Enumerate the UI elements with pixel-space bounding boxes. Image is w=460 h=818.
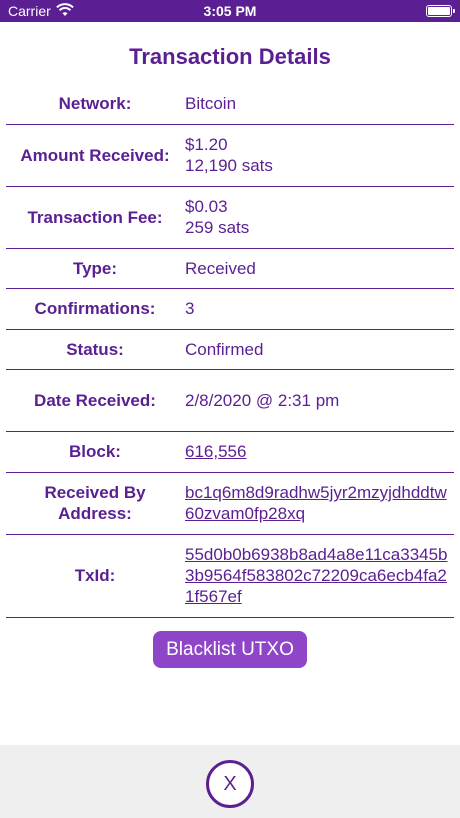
txid-link[interactable]: 55d0b0b6938b8ad4a8e11ca3345b3b9564f58380…: [185, 545, 448, 606]
transaction-fee-label: Transaction Fee:: [27, 207, 163, 227]
status-label: Status:: [66, 339, 124, 359]
received-by-address-value: bc1q6m8d9radhw5jyr2mzyjdhddtw60zvam0fp28…: [184, 482, 454, 524]
amount-received-value: $1.20 12,190 sats: [184, 134, 454, 176]
row-date-received: Date Received: 2/8/2020 @ 2:31 pm: [6, 370, 454, 432]
row-status: Status: Confirmed: [6, 330, 454, 370]
confirmations-value: 3: [185, 299, 195, 319]
blacklist-utxo-button[interactable]: Blacklist UTXO: [153, 631, 307, 668]
type-label: Type:: [72, 258, 118, 278]
close-button[interactable]: X: [206, 760, 254, 808]
network-label: Network:: [58, 94, 132, 114]
clock: 3:05 PM: [203, 3, 257, 19]
page-title: Transaction Details: [129, 44, 331, 69]
date-received-value: 2/8/2020 @ 2:31 pm: [185, 391, 340, 410]
transaction-details-table: Network: Bitcoin Amount Received: $1.20 …: [6, 84, 454, 618]
fee-sats: 259 sats: [185, 218, 250, 237]
received-by-address-label: Received By Address:: [44, 483, 146, 523]
network-value: Bitcoin: [185, 94, 237, 114]
transaction-fee-value: $0.03 259 sats: [184, 196, 454, 238]
row-confirmations: Confirmations: 3: [6, 289, 454, 330]
fee-usd: $0.03: [185, 197, 228, 216]
bottom-bar: X: [0, 745, 460, 818]
row-transaction-fee: Transaction Fee: $0.03 259 sats: [6, 187, 454, 249]
txid-label: TxId:: [74, 566, 116, 585]
amount-usd: $1.20: [185, 135, 228, 154]
battery-icon: [426, 5, 455, 17]
row-received-by-address: Received By Address: bc1q6m8d9radhw5jyr2…: [6, 473, 454, 535]
date-received-label: Date Received:: [34, 391, 156, 410]
block-label: Block:: [69, 442, 121, 462]
row-block: Block: 616,556: [6, 432, 454, 473]
status-value: Confirmed: [185, 339, 264, 359]
txid-value: 55d0b0b6938b8ad4a8e11ca3345b3b9564f58380…: [184, 544, 454, 607]
block-value: 616,556: [184, 441, 454, 462]
amount-received-label: Amount Received:: [20, 145, 170, 165]
row-txid: TxId: 55d0b0b6938b8ad4a8e11ca3345b3b9564…: [6, 535, 454, 618]
block-link[interactable]: 616,556: [185, 442, 246, 461]
address-link[interactable]: bc1q6m8d9radhw5jyr2mzyjdhddtw60zvam0fp28…: [185, 483, 447, 523]
status-bar: Carrier 3:05 PM: [0, 0, 460, 22]
amount-sats: 12,190 sats: [185, 156, 273, 175]
confirmations-label: Confirmations:: [34, 299, 156, 319]
row-type: Type: Received: [6, 249, 454, 289]
type-value: Received: [185, 258, 256, 278]
row-amount-received: Amount Received: $1.20 12,190 sats: [6, 125, 454, 187]
row-network: Network: Bitcoin: [6, 84, 454, 125]
